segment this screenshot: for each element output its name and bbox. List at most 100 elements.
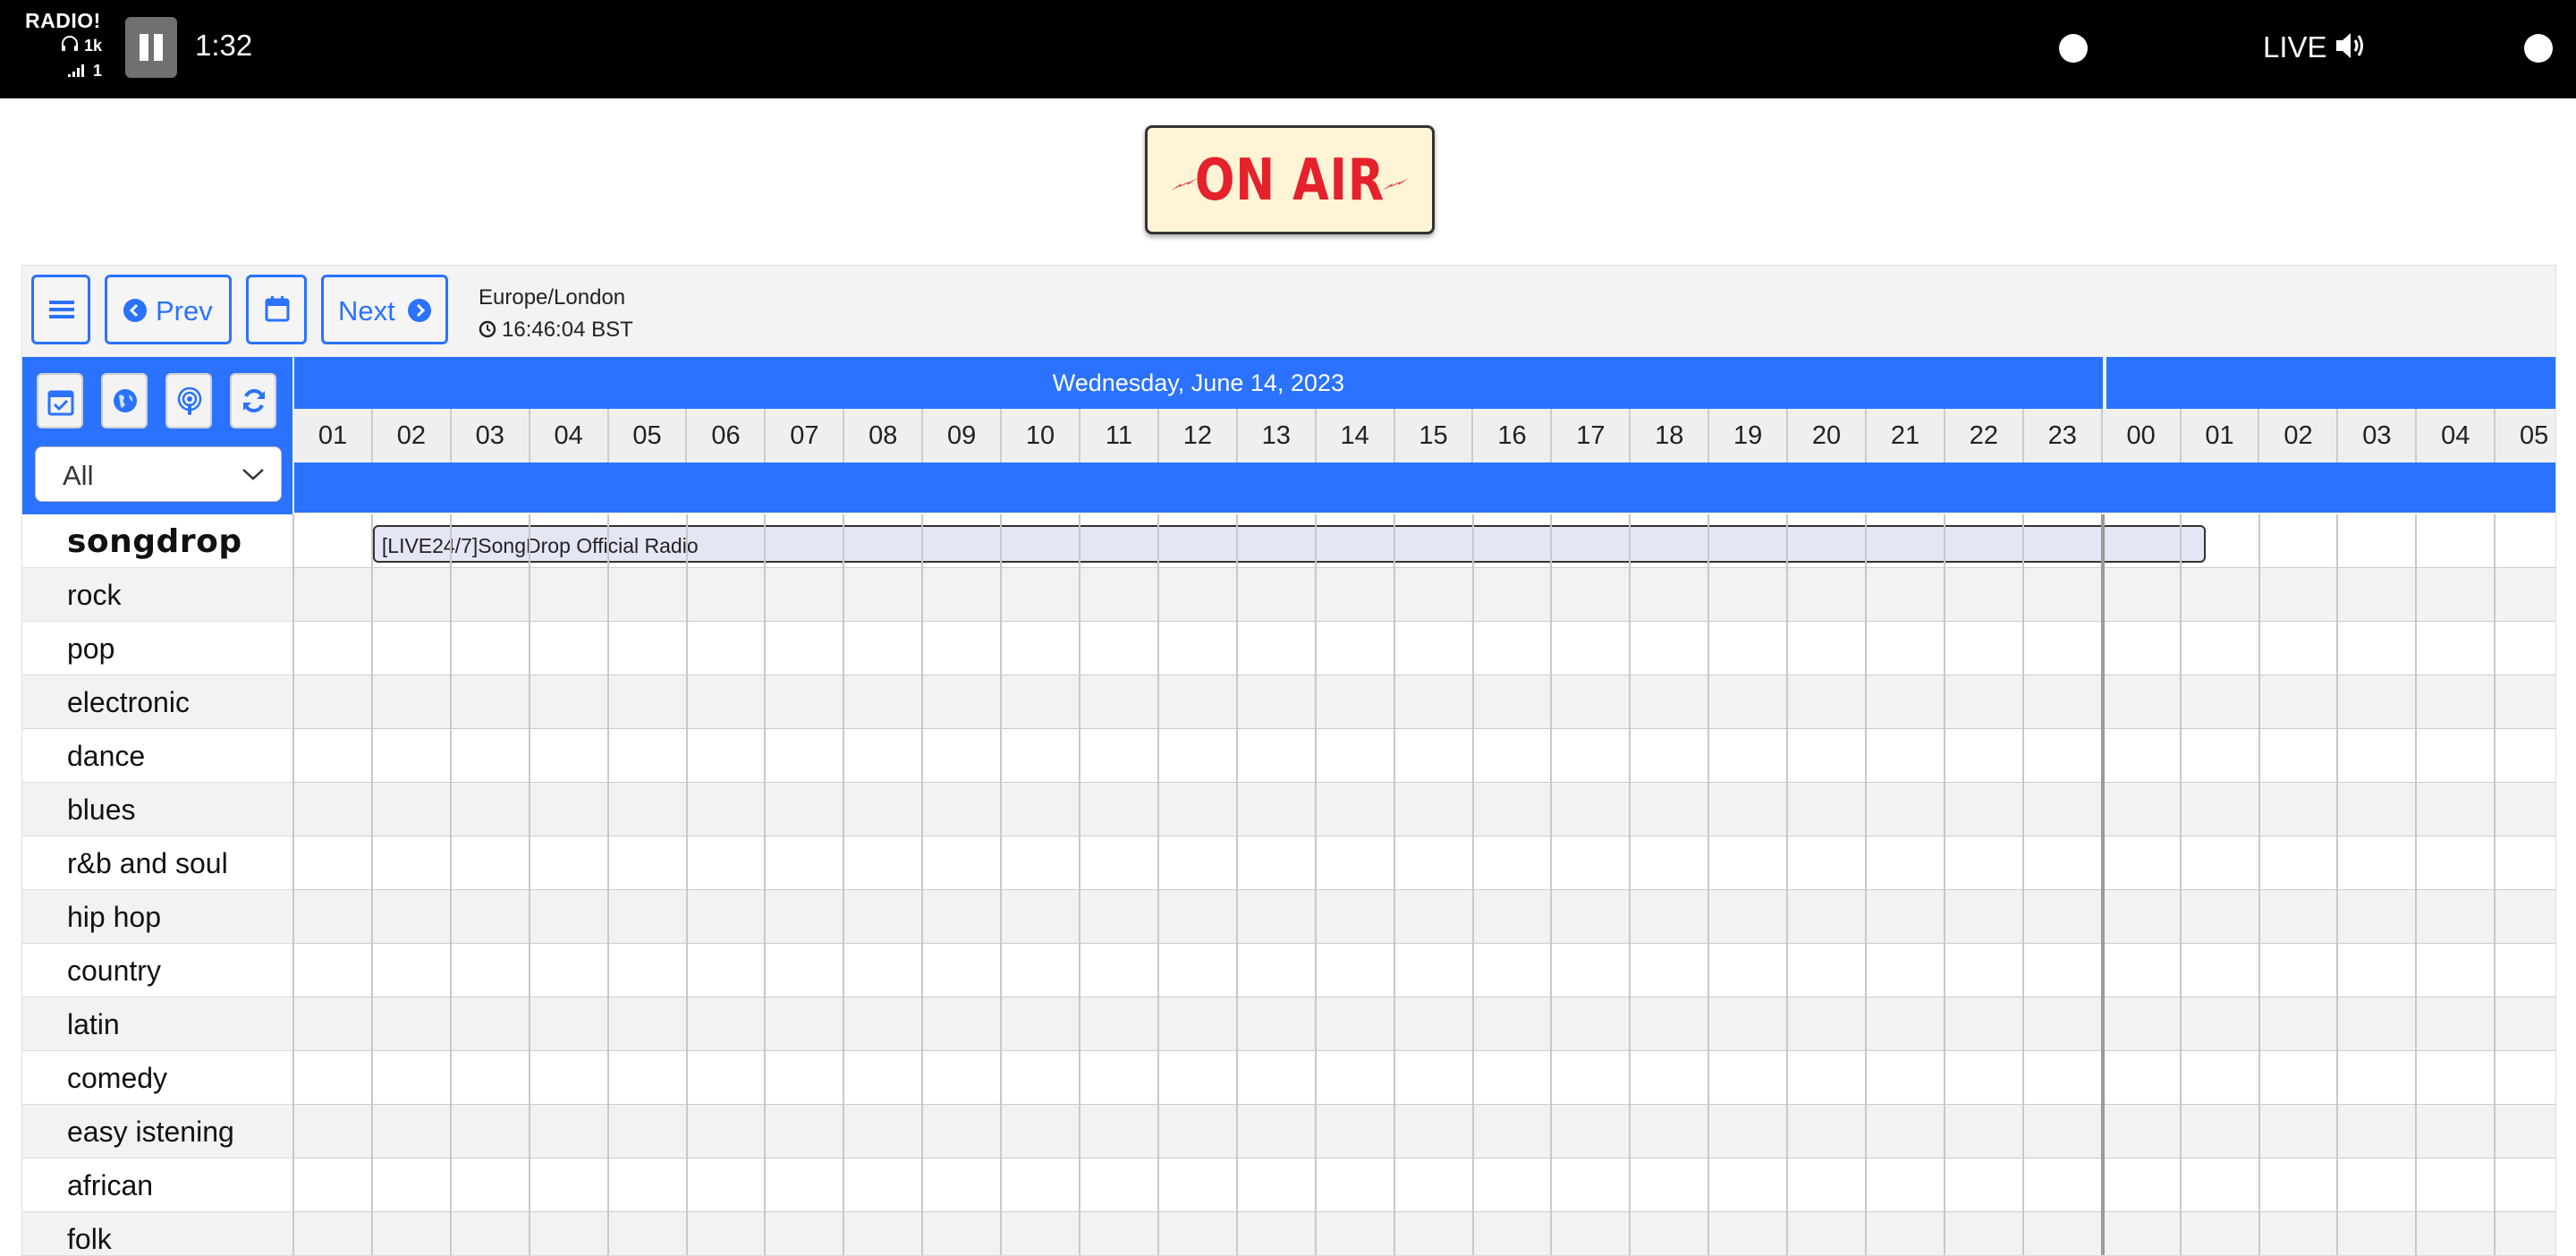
- refresh-button[interactable]: [230, 373, 276, 429]
- calendar-check-button[interactable]: [37, 373, 83, 429]
- hour-gridline: [292, 514, 294, 1255]
- pause-button[interactable]: [125, 17, 177, 78]
- hour-cell: 09: [923, 409, 1003, 463]
- channel-label: folk: [67, 1223, 112, 1255]
- audio-player-bar: RADIO! 1k 1 1:32 LIVE: [0, 0, 2576, 98]
- hour-gridline: [921, 514, 924, 1255]
- hour-cell: 17: [1552, 409, 1631, 463]
- hour-gridline: [528, 514, 530, 1255]
- timezone-info: Europe/London 16:46:04 BST: [479, 282, 633, 346]
- genre-filter-value: All: [63, 460, 94, 491]
- hour-gridline: [1865, 514, 1867, 1255]
- channel-name[interactable]: latin: [22, 997, 292, 1051]
- headphones-icon: [61, 36, 78, 51]
- channel-label: latin: [67, 1008, 120, 1040]
- channel-row: [294, 836, 2555, 890]
- hour-cell: 03: [2338, 409, 2418, 463]
- globe-button[interactable]: [101, 373, 148, 429]
- hour-gridline: [2021, 514, 2024, 1255]
- hour-gridline: [1157, 514, 1159, 1255]
- hour-cell: 01: [2181, 409, 2260, 463]
- hour-cell: 10: [1002, 409, 1080, 463]
- hour-gridline: [2336, 514, 2339, 1255]
- channel-row: [294, 1105, 2555, 1158]
- channel-name[interactable]: pop: [22, 622, 292, 675]
- channel-row: [294, 997, 2555, 1051]
- genre-filter-select[interactable]: All: [35, 446, 282, 502]
- hour-cell: 19: [1709, 409, 1789, 463]
- hour-gridline: [1943, 514, 1945, 1255]
- seek-start-handle[interactable]: [2059, 34, 2088, 63]
- channel-label: r&b and soul: [67, 847, 228, 879]
- hour-gridline: [1235, 514, 1238, 1255]
- hour-cell: 06: [687, 409, 767, 463]
- next-day-header: [2106, 357, 2555, 409]
- hour-gridline: [2179, 514, 2182, 1255]
- channel-name[interactable]: comedy: [22, 1051, 292, 1105]
- program-block[interactable]: [LIVE24/7]SongDrop Official Radio: [372, 525, 2207, 563]
- calendar-button[interactable]: [246, 275, 307, 344]
- channel-name[interactable]: electronic: [22, 675, 292, 729]
- channel-name[interactable]: hip hop: [22, 890, 292, 944]
- hour-gridline: [1079, 514, 1080, 1255]
- hour-gridline: [1786, 514, 1789, 1255]
- channel-row: [294, 783, 2555, 836]
- menu-button[interactable]: [31, 275, 90, 344]
- channel-row: [294, 568, 2555, 622]
- globe-icon: [114, 389, 137, 412]
- prev-button[interactable]: Prev: [105, 275, 232, 344]
- channel-name[interactable]: songdrop: [22, 514, 292, 568]
- channel-name[interactable]: blues: [22, 783, 292, 836]
- hour-gridline: [606, 514, 609, 1255]
- hour-cell: 16: [1473, 409, 1553, 463]
- podcast-button[interactable]: [165, 373, 212, 429]
- hour-cell: 05: [2496, 409, 2555, 463]
- next-button[interactable]: Next: [321, 275, 448, 344]
- prev-label: Prev: [156, 295, 213, 327]
- channel-name[interactable]: easy istening: [22, 1105, 292, 1158]
- channel-row: [294, 1158, 2555, 1212]
- signal-count-value: 1: [92, 62, 102, 80]
- channel-name[interactable]: folk: [22, 1212, 292, 1255]
- lightning-right-icon: [1382, 178, 1409, 191]
- calendar-icon: [265, 296, 290, 322]
- clock-value: 16:46:04 BST: [502, 318, 633, 342]
- channel-name[interactable]: country: [22, 944, 292, 997]
- hour-gridline: [685, 514, 688, 1255]
- hour-gridline: [2100, 514, 2105, 1255]
- hour-cell: 02: [2259, 409, 2339, 463]
- hour-cell: 20: [1788, 409, 1867, 463]
- hour-gridline: [1629, 514, 1631, 1255]
- volume-handle[interactable]: [2524, 34, 2553, 63]
- hamburger-icon: [49, 301, 74, 318]
- channel-label: hip hop: [67, 901, 161, 933]
- hour-gridline: [1471, 514, 1474, 1255]
- hour-gridline: [449, 514, 452, 1255]
- channel-name[interactable]: r&b and soul: [22, 836, 292, 890]
- channel-name[interactable]: rock: [22, 568, 292, 622]
- hour-cell: 03: [451, 409, 530, 463]
- channel-row: [294, 675, 2555, 729]
- live-label: LIVE: [2263, 30, 2327, 64]
- hour-gridline: [2258, 514, 2260, 1255]
- channel-label: blues: [67, 793, 136, 826]
- day-header: Wednesday, June 14, 2023: [294, 357, 2103, 409]
- hour-cell: 00: [2102, 409, 2182, 463]
- hour-cell: 07: [766, 409, 845, 463]
- signal-bars-icon: [67, 64, 84, 77]
- header-spacer-bar: [294, 463, 2555, 513]
- speaker-icon[interactable]: [2334, 30, 2367, 61]
- hour-cell: 18: [1631, 409, 1710, 463]
- channel-name[interactable]: african: [22, 1158, 292, 1212]
- hour-gridline: [2415, 514, 2418, 1255]
- listener-count-value: 1k: [83, 37, 102, 55]
- chevron-left-circle-icon: [123, 299, 147, 322]
- channel-label: easy istening: [67, 1116, 234, 1148]
- channel-row: [294, 622, 2555, 675]
- channel-label: songdrop: [67, 523, 242, 560]
- chevron-down-icon: [242, 469, 264, 480]
- hour-cell: 23: [2023, 409, 2103, 463]
- hour-cell: 12: [1158, 409, 1238, 463]
- channel-name[interactable]: dance: [22, 729, 292, 783]
- hour-cell: 01: [294, 409, 373, 463]
